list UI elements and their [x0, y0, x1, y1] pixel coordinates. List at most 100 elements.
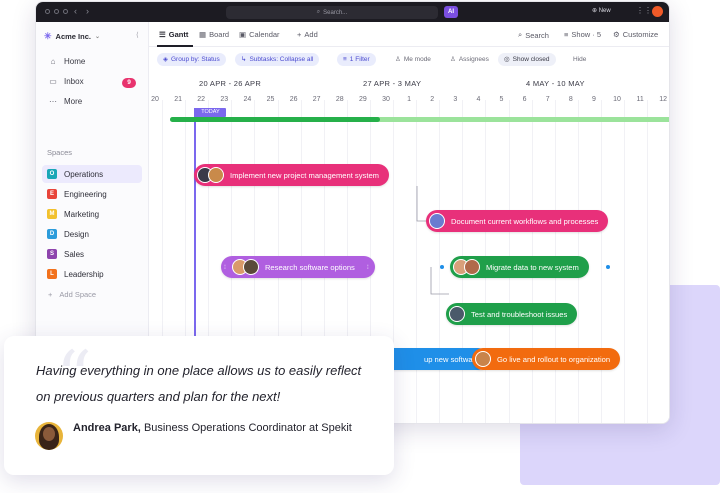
- day-label: 7: [545, 96, 550, 103]
- task-label: Research software options: [264, 262, 355, 272]
- new-label: New: [598, 8, 611, 14]
- search-placeholder: Search...: [323, 9, 348, 16]
- plus-icon: +: [297, 30, 302, 39]
- search-icon: ⌕: [518, 30, 523, 39]
- nav-inbox-label: Inbox: [64, 77, 84, 86]
- tab-add-view[interactable]: + Add: [297, 30, 318, 39]
- tab-calendar[interactable]: ▣ Calendar: [239, 30, 280, 39]
- ai-button[interactable]: AI: [444, 6, 458, 18]
- day-label: 29: [358, 96, 367, 103]
- add-space-button[interactable]: + Add Space: [48, 290, 96, 299]
- day-label: 12: [659, 96, 668, 103]
- hide-label: Hide: [573, 56, 587, 63]
- task-research-software[interactable]: ⁞ Research software options ⁞: [221, 256, 375, 278]
- day-label: 5: [499, 96, 504, 103]
- apps-grid-icon[interactable]: ⋮⋮: [636, 6, 652, 15]
- space-design[interactable]: D Design: [42, 225, 142, 243]
- week-range-1: 20 APR - 26 APR: [199, 79, 262, 88]
- assignee-avatar: [464, 259, 480, 275]
- tab-gantt[interactable]: ☰ Gantt: [159, 30, 188, 39]
- filter-chip[interactable]: ≡ 1 Filter: [337, 53, 376, 66]
- day-label: 24: [243, 96, 252, 103]
- testimonial-author: Andrea Park, Business Operations Coordin…: [73, 420, 373, 437]
- forward-arrow-icon[interactable]: ›: [86, 6, 89, 16]
- day-label: 30: [382, 96, 390, 103]
- task-assignees: [475, 351, 491, 367]
- view-search-button[interactable]: ⌕ Search: [518, 30, 549, 40]
- show-closed-chip[interactable]: ◎ Show closed: [498, 53, 556, 66]
- testimonial-card: “ Having everything in one place allows …: [4, 336, 394, 475]
- day-label: 28: [335, 96, 344, 103]
- chevron-down-icon: ⌄: [94, 34, 101, 40]
- subtasks-label: Subtasks: Collapse all: [249, 56, 314, 63]
- day-label: 25: [266, 96, 275, 103]
- space-leadership[interactable]: L Leadership: [42, 265, 142, 283]
- nav-home[interactable]: ⌂ Home: [48, 57, 86, 66]
- back-arrow-icon[interactable]: ‹: [74, 6, 77, 16]
- task-document-workflows[interactable]: Document current workflows and processes: [426, 210, 609, 232]
- plus-icon: +: [48, 290, 53, 299]
- day-label: 1: [407, 96, 412, 103]
- space-engineering[interactable]: E Engineering: [42, 185, 142, 203]
- assignee-avatar: [242, 259, 259, 275]
- more-icon: ⋯: [49, 97, 57, 106]
- task-assignees: [197, 167, 224, 183]
- author-avatar: [35, 422, 63, 450]
- tab-board-label: Board: [209, 30, 230, 39]
- workspace-switcher[interactable]: ✳ Acme Inc. ⌄: [44, 31, 100, 42]
- grid-line: [416, 100, 418, 423]
- overall-progress-fill: [170, 117, 381, 122]
- view-search-label: Search: [525, 30, 549, 40]
- space-sales-icon: S: [47, 249, 57, 259]
- space-marketing-label: Marketing: [64, 209, 100, 219]
- assignee-avatar: [208, 167, 224, 183]
- user-avatar[interactable]: [652, 6, 663, 17]
- drag-handle-icon[interactable]: ⁞: [367, 264, 369, 271]
- day-label: 9: [591, 96, 596, 103]
- search-icon: ⌕: [316, 9, 321, 15]
- show-label: Show · 5: [571, 30, 601, 39]
- nav-more[interactable]: ⋯ More: [48, 97, 82, 106]
- tab-board[interactable]: ▦ Board: [199, 30, 229, 39]
- task-assignees: [453, 259, 480, 275]
- assignees-label: Assignees: [458, 56, 489, 63]
- hide-chip[interactable]: Hide: [567, 53, 592, 66]
- timeline-header: 20 APR - 26 APR 27 APR - 3 MAY 4 MAY - 1…: [149, 75, 669, 115]
- collapse-sidebar-icon[interactable]: ⟨: [136, 31, 139, 39]
- tab-add-label: Add: [304, 30, 318, 39]
- author-name: Andrea Park,: [73, 422, 141, 434]
- task-implement-system[interactable]: Implement new project management system: [194, 164, 389, 186]
- assignee-avatar: [449, 306, 465, 322]
- drag-handle-icon[interactable]: ⁞: [224, 264, 226, 271]
- day-label: 4: [476, 96, 481, 103]
- task-test-troubleshoot[interactable]: Test and troubleshoot issues: [446, 303, 578, 325]
- people-icon: ♙: [450, 56, 456, 63]
- global-search[interactable]: ⌕ Search...: [226, 6, 438, 19]
- author-role: Business Operations Coordinator at Speki…: [143, 422, 352, 434]
- space-sales[interactable]: S Sales: [42, 245, 142, 263]
- day-label: 2: [430, 96, 435, 103]
- task-label: Go live and rollout to organization: [497, 354, 611, 364]
- space-marketing[interactable]: M Marketing: [42, 205, 142, 223]
- tab-calendar-label: Calendar: [249, 30, 280, 39]
- me-mode-chip[interactable]: ♙ Me mode: [389, 53, 437, 66]
- day-label: 11: [636, 96, 644, 103]
- window-controls[interactable]: [45, 9, 68, 14]
- grid-line: [600, 100, 602, 423]
- workspace-logo-icon: ✳: [44, 31, 52, 41]
- show-button[interactable]: ≡ Show · 5: [564, 30, 601, 39]
- day-row: 20 21 22 23 24 25 26 27 28 29 30 1 2 3 4 5 6 7 8 9 10 11 12: [149, 96, 669, 108]
- task-go-live[interactable]: Go live and rollout to organization: [472, 348, 621, 370]
- assignees-chip[interactable]: ♙ Assignees: [444, 53, 495, 66]
- space-operations[interactable]: O Operations: [42, 165, 142, 183]
- space-operations-icon: O: [47, 169, 57, 179]
- task-label: Test and troubleshoot issues: [471, 309, 568, 319]
- home-icon: ⌂: [50, 57, 56, 66]
- group-by-chip[interactable]: ◈ Group by: Status: [157, 53, 226, 66]
- nav-inbox[interactable]: ▭ Inbox: [48, 77, 84, 86]
- new-button[interactable]: ⊕ New: [592, 7, 611, 14]
- subtasks-chip[interactable]: ↳ Subtasks: Collapse all: [235, 53, 320, 66]
- customize-button[interactable]: ⚙ Customize: [613, 30, 658, 39]
- task-migrate-data[interactable]: Migrate data to new system: [450, 256, 589, 278]
- filter-label: 1 Filter: [349, 56, 370, 63]
